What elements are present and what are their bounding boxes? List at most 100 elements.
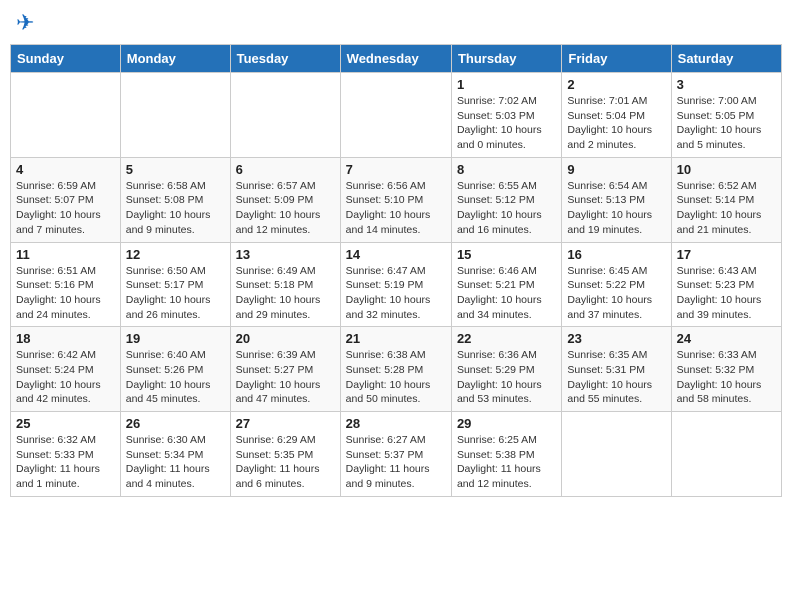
day-info: Sunrise: 6:30 AMSunset: 5:34 PMDaylight:… [126,433,225,492]
calendar-cell: 12 Sunrise: 6:50 AMSunset: 5:17 PMDayligh… [120,242,230,327]
weekday-header-wednesday: Wednesday [340,45,451,73]
day-info: Sunrise: 6:46 AMSunset: 5:21 PMDaylight:… [457,264,556,323]
calendar-week-row: 25 Sunrise: 6:32 AMSunset: 5:33 PMDayligh… [11,412,782,497]
weekday-header-sunday: Sunday [11,45,121,73]
day-number: 18 [16,331,115,346]
day-number: 7 [346,162,446,177]
calendar-cell: 7 Sunrise: 6:56 AMSunset: 5:10 PMDaylight… [340,157,451,242]
day-number: 14 [346,247,446,262]
day-info: Sunrise: 6:33 AMSunset: 5:32 PMDaylight:… [677,348,776,407]
day-number: 16 [567,247,665,262]
calendar-cell: 28Sunrise: 6:27 AMSunset: 5:37 PMDayligh… [340,412,451,497]
calendar-week-row: 4Sunrise: 6:59 AMSunset: 5:07 PMDaylight… [11,157,782,242]
day-number: 27 [236,416,335,431]
day-number: 23 [567,331,665,346]
calendar-cell: 22Sunrise: 6:36 AMSunset: 5:29 PMDayligh… [451,327,561,412]
calendar-cell: 2 Sunrise: 7:01 AMSunset: 5:04 PMDaylight… [562,73,671,158]
day-number: 20 [236,331,335,346]
day-number: 10 [677,162,776,177]
day-info: Sunrise: 6:54 AMSunset: 5:13 PMDaylight:… [567,179,665,238]
calendar-cell: 18 Sunrise: 6:42 AMSunset: 5:24 PMDayligh… [11,327,121,412]
day-info: Sunrise: 6:32 AMSunset: 5:33 PMDaylight:… [16,433,115,492]
day-info: Sunrise: 6:36 AMSunset: 5:29 PMDaylight:… [457,348,556,407]
weekday-header-thursday: Thursday [451,45,561,73]
calendar-week-row: 1 Sunrise: 7:02 AMSunset: 5:03 PMDaylight… [11,73,782,158]
calendar-cell: 23 Sunrise: 6:35 AMSunset: 5:31 PMDayligh… [562,327,671,412]
calendar-cell: 17 Sunrise: 6:43 AMSunset: 5:23 PMDayligh… [671,242,781,327]
calendar-cell [11,73,121,158]
calendar-cell: 27 Sunrise: 6:29 AMSunset: 5:35 PMDayligh… [230,412,340,497]
day-number: 17 [677,247,776,262]
day-number: 6 [236,162,335,177]
day-info: Sunrise: 6:58 AMSunset: 5:08 PMDaylight:… [126,179,225,238]
day-number: 9 [567,162,665,177]
calendar-cell: 1 Sunrise: 7:02 AMSunset: 5:03 PMDaylight… [451,73,561,158]
calendar-cell: 24Sunrise: 6:33 AMSunset: 5:32 PMDayligh… [671,327,781,412]
calendar-cell: 20 Sunrise: 6:39 AMSunset: 5:27 PMDayligh… [230,327,340,412]
day-number: 29 [457,416,556,431]
calendar-cell [120,73,230,158]
calendar-cell: 29 Sunrise: 6:25 AMSunset: 5:38 PMDayligh… [451,412,561,497]
day-info: Sunrise: 6:35 AMSunset: 5:31 PMDaylight:… [567,348,665,407]
calendar-week-row: 18 Sunrise: 6:42 AMSunset: 5:24 PMDayligh… [11,327,782,412]
calendar-header-row: SundayMondayTuesdayWednesdayThursdayFrid… [11,45,782,73]
calendar-cell: 6 Sunrise: 6:57 AMSunset: 5:09 PMDaylight… [230,157,340,242]
day-number: 13 [236,247,335,262]
day-info: Sunrise: 6:56 AMSunset: 5:10 PMDaylight:… [346,179,446,238]
day-info: Sunrise: 6:27 AMSunset: 5:37 PMDaylight:… [346,433,446,492]
day-info: Sunrise: 6:55 AMSunset: 5:12 PMDaylight:… [457,179,556,238]
calendar-cell: 13 Sunrise: 6:49 AMSunset: 5:18 PMDayligh… [230,242,340,327]
calendar-cell: 19 Sunrise: 6:40 AMSunset: 5:26 PMDayligh… [120,327,230,412]
day-info: Sunrise: 7:01 AMSunset: 5:04 PMDaylight:… [567,94,665,153]
calendar-cell: 9 Sunrise: 6:54 AMSunset: 5:13 PMDaylight… [562,157,671,242]
calendar-cell [562,412,671,497]
day-number: 12 [126,247,225,262]
day-info: Sunrise: 6:39 AMSunset: 5:27 PMDaylight:… [236,348,335,407]
day-number: 21 [346,331,446,346]
weekday-header-monday: Monday [120,45,230,73]
day-info: Sunrise: 6:38 AMSunset: 5:28 PMDaylight:… [346,348,446,407]
day-info: Sunrise: 6:43 AMSunset: 5:23 PMDaylight:… [677,264,776,323]
calendar-cell: 26 Sunrise: 6:30 AMSunset: 5:34 PMDayligh… [120,412,230,497]
day-info: Sunrise: 7:00 AMSunset: 5:05 PMDaylight:… [677,94,776,153]
day-info: Sunrise: 6:47 AMSunset: 5:19 PMDaylight:… [346,264,446,323]
day-info: Sunrise: 6:25 AMSunset: 5:38 PMDaylight:… [457,433,556,492]
day-number: 3 [677,77,776,92]
day-number: 25 [16,416,115,431]
calendar-cell: 25 Sunrise: 6:32 AMSunset: 5:33 PMDayligh… [11,412,121,497]
day-info: Sunrise: 6:45 AMSunset: 5:22 PMDaylight:… [567,264,665,323]
day-info: Sunrise: 7:02 AMSunset: 5:03 PMDaylight:… [457,94,556,153]
day-number: 19 [126,331,225,346]
weekday-header-friday: Friday [562,45,671,73]
logo: ✈ [14,10,34,36]
calendar-week-row: 11 Sunrise: 6:51 AMSunset: 5:16 PMDayligh… [11,242,782,327]
day-info: Sunrise: 6:52 AMSunset: 5:14 PMDaylight:… [677,179,776,238]
day-number: 11 [16,247,115,262]
day-info: Sunrise: 6:40 AMSunset: 5:26 PMDaylight:… [126,348,225,407]
weekday-header-tuesday: Tuesday [230,45,340,73]
calendar-cell: 10 Sunrise: 6:52 AMSunset: 5:14 PMDayligh… [671,157,781,242]
calendar-cell: 3 Sunrise: 7:00 AMSunset: 5:05 PMDaylight… [671,73,781,158]
day-info: Sunrise: 6:29 AMSunset: 5:35 PMDaylight:… [236,433,335,492]
logo-bird-icon: ✈ [16,10,34,36]
day-info: Sunrise: 6:57 AMSunset: 5:09 PMDaylight:… [236,179,335,238]
calendar-cell: 4Sunrise: 6:59 AMSunset: 5:07 PMDaylight… [11,157,121,242]
calendar-table: SundayMondayTuesdayWednesdayThursdayFrid… [10,44,782,497]
day-info: Sunrise: 6:42 AMSunset: 5:24 PMDaylight:… [16,348,115,407]
day-number: 8 [457,162,556,177]
day-info: Sunrise: 6:50 AMSunset: 5:17 PMDaylight:… [126,264,225,323]
calendar-cell: 15Sunrise: 6:46 AMSunset: 5:21 PMDayligh… [451,242,561,327]
day-number: 26 [126,416,225,431]
calendar-cell: 16 Sunrise: 6:45 AMSunset: 5:22 PMDayligh… [562,242,671,327]
calendar-cell: 21 Sunrise: 6:38 AMSunset: 5:28 PMDayligh… [340,327,451,412]
page-header: ✈ [10,10,782,36]
weekday-header-saturday: Saturday [671,45,781,73]
calendar-cell: 14 Sunrise: 6:47 AMSunset: 5:19 PMDayligh… [340,242,451,327]
day-info: Sunrise: 6:49 AMSunset: 5:18 PMDaylight:… [236,264,335,323]
day-number: 1 [457,77,556,92]
day-number: 2 [567,77,665,92]
calendar-cell [340,73,451,158]
calendar-cell [230,73,340,158]
day-number: 5 [126,162,225,177]
day-info: Sunrise: 6:51 AMSunset: 5:16 PMDaylight:… [16,264,115,323]
